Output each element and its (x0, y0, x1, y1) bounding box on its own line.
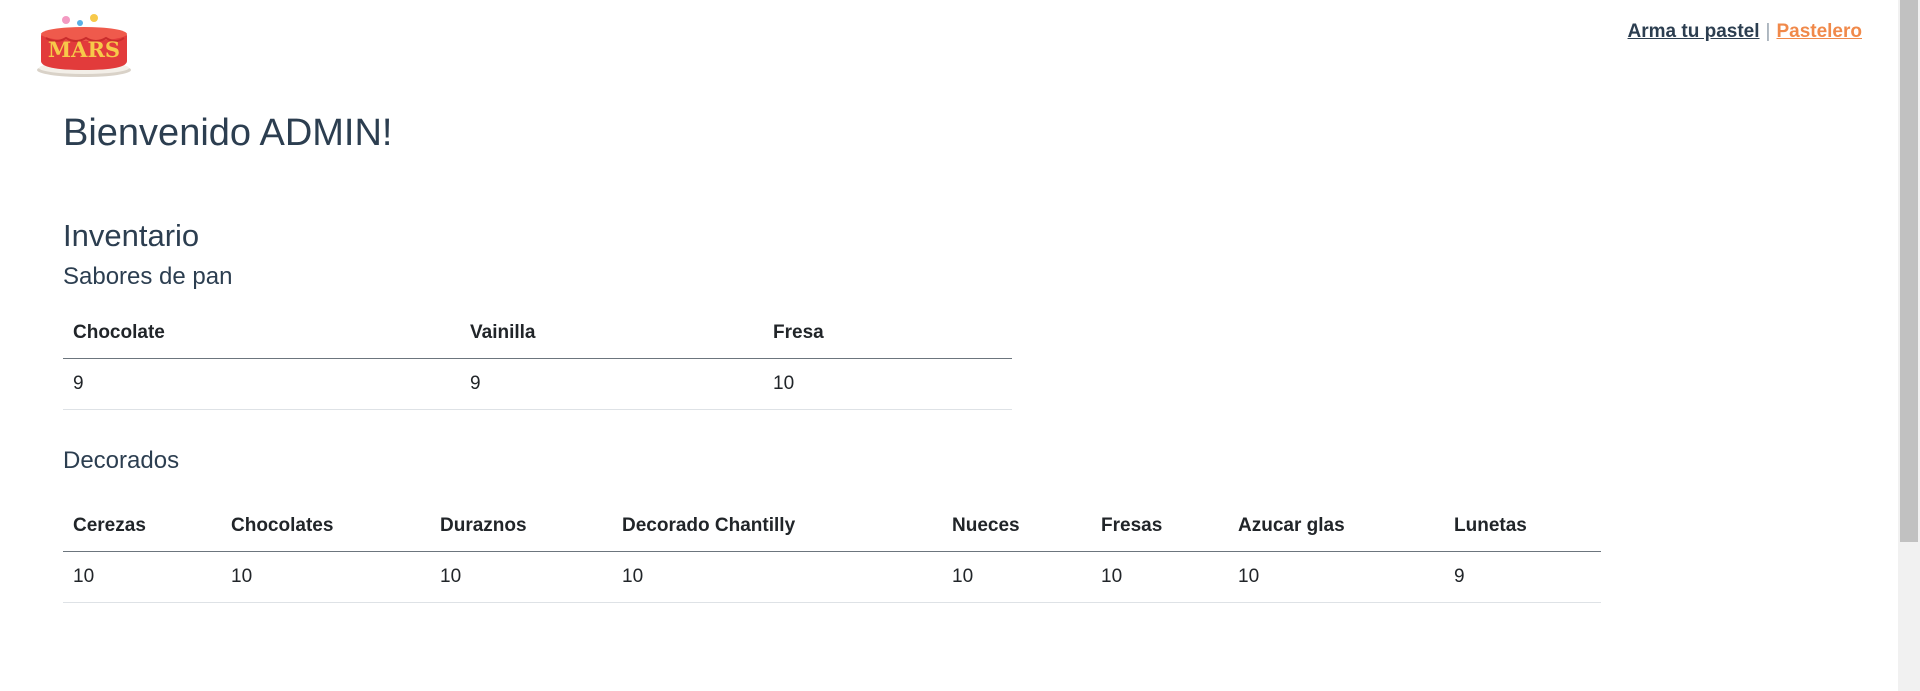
decorations-table: Cerezas Chocolates Duraznos Decorado Cha… (63, 501, 1601, 603)
deco-header-lunetas: Lunetas (1444, 501, 1601, 552)
flavor-header-vainilla: Vainilla (460, 308, 763, 359)
logo-text: MARS (48, 37, 120, 62)
mars-logo[interactable]: MARS (36, 14, 132, 80)
deco-header-fresas: Fresas (1091, 501, 1228, 552)
table-header-row: Chocolate Vainilla Fresa (63, 308, 1012, 359)
table-header-row: Cerezas Chocolates Duraznos Decorado Cha… (63, 501, 1601, 552)
deco-value-decorado-chantilly: 10 (612, 551, 942, 603)
vertical-scrollbar[interactable] (1898, 0, 1920, 691)
deco-value-fresas: 10 (1091, 551, 1228, 603)
inventory-title: Inventario (63, 218, 200, 253)
decorations-title: Decorados (63, 447, 180, 474)
table-row: 9 9 10 (63, 358, 1012, 410)
deco-header-chocolates: Chocolates (221, 501, 430, 552)
deco-value-lunetas: 9 (1444, 551, 1601, 603)
deco-header-duraznos: Duraznos (430, 501, 612, 552)
flavors-table: Chocolate Vainilla Fresa 9 9 10 (63, 308, 1012, 410)
deco-value-duraznos: 10 (430, 551, 612, 603)
nav-link-pastelero[interactable]: Pastelero (1776, 21, 1862, 42)
flavor-header-fresa: Fresa (763, 308, 1012, 359)
scrollbar-thumb[interactable] (1900, 0, 1918, 542)
deco-value-chocolates: 10 (221, 551, 430, 603)
deco-value-nueces: 10 (942, 551, 1091, 603)
nav-separator: | (1765, 21, 1771, 42)
flavors-title: Sabores de pan (63, 263, 233, 290)
deco-header-azucar-glas: Azucar glas (1228, 501, 1444, 552)
deco-value-azucar-glas: 10 (1228, 551, 1444, 603)
flavor-header-chocolate: Chocolate (63, 308, 460, 359)
deco-value-cerezas: 10 (63, 551, 221, 603)
welcome-heading: Bienvenido ADMIN! (63, 112, 393, 154)
page: MARS Arma tu pastel | Pastelero Bienvenido… (0, 0, 1920, 691)
deco-header-decorado-chantilly: Decorado Chantilly (612, 501, 942, 552)
nav-link-arma-tu-pastel[interactable]: Arma tu pastel (1628, 21, 1760, 42)
main-content: Bienvenido ADMIN! Inventario Sabores de … (63, 110, 1601, 603)
flavor-value-fresa: 10 (763, 358, 1012, 410)
top-nav: Arma tu pastel | Pastelero (1628, 21, 1862, 43)
deco-header-cerezas: Cerezas (63, 501, 221, 552)
flavor-value-chocolate: 9 (63, 358, 460, 410)
table-row: 10 10 10 10 10 10 10 9 (63, 551, 1601, 603)
deco-header-nueces: Nueces (942, 501, 1091, 552)
flavor-value-vainilla: 9 (460, 358, 763, 410)
